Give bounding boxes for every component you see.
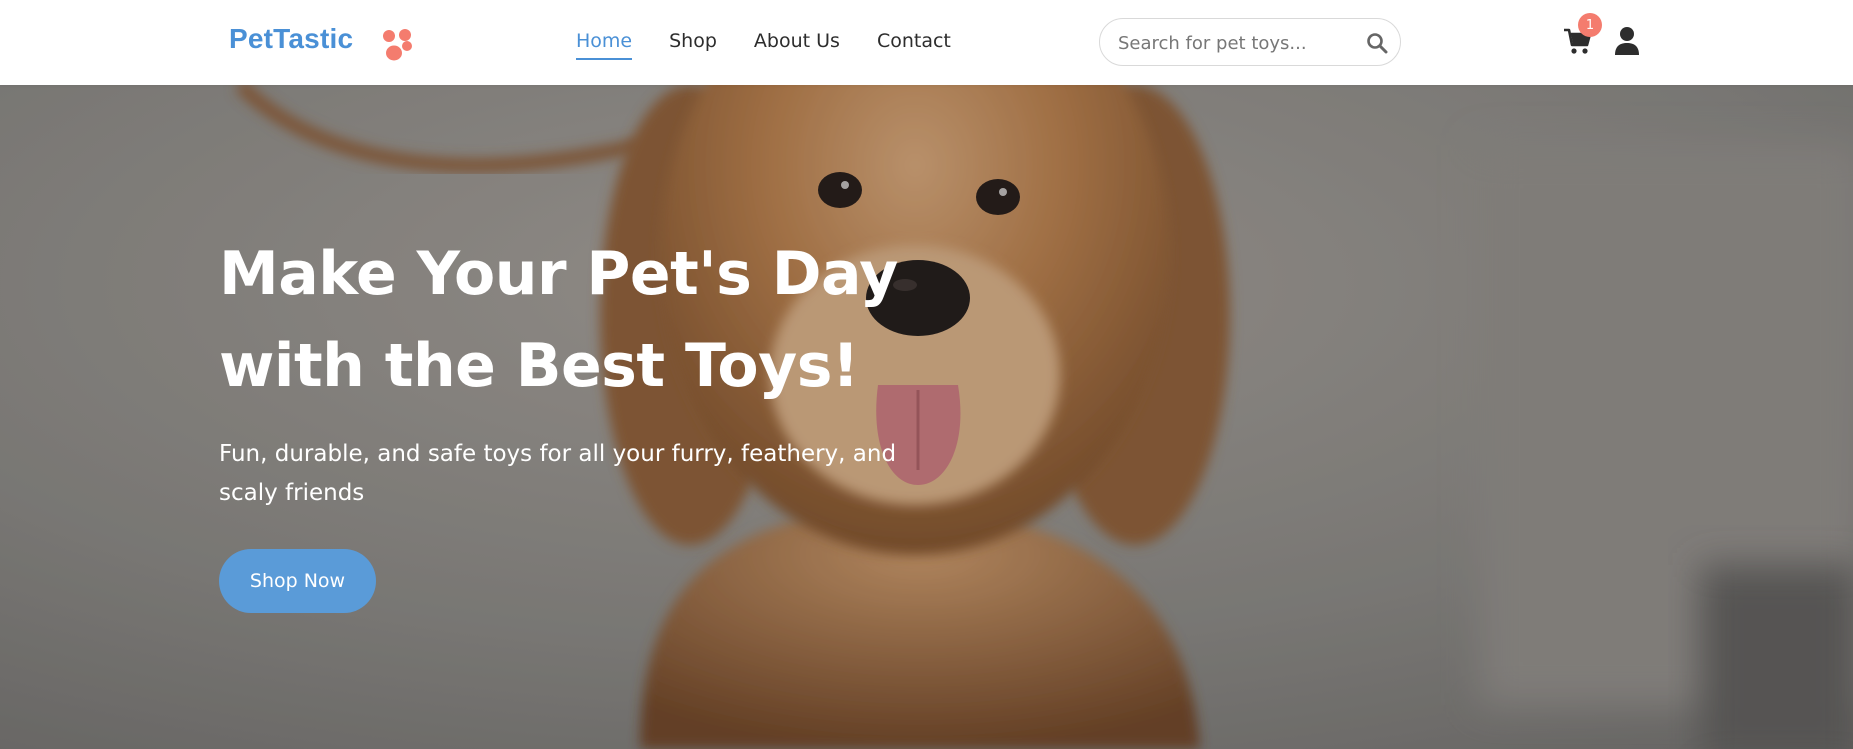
search-input[interactable] bbox=[1118, 29, 1358, 57]
main-nav: Home Shop About Us Contact bbox=[576, 30, 988, 60]
search-icon[interactable] bbox=[1366, 32, 1388, 54]
search-bar bbox=[1099, 18, 1401, 66]
site-header: PetTastic Home Shop About Us Contact 1 bbox=[0, 0, 1853, 85]
nav-home[interactable]: Home bbox=[576, 30, 633, 60]
hero-overlay bbox=[0, 85, 1853, 749]
shop-now-button[interactable]: Shop Now bbox=[219, 549, 376, 613]
nav-shop[interactable]: Shop bbox=[669, 30, 717, 60]
hero-title: Make Your Pet's Day with the Best Toys! bbox=[219, 228, 919, 412]
hero-title-line-1: Make Your Pet's Day bbox=[219, 239, 898, 309]
cart-count-badge: 1 bbox=[1578, 13, 1602, 37]
logo-text[interactable]: PetTastic bbox=[229, 23, 353, 55]
hero-title-line-2: with the Best Toys! bbox=[219, 331, 859, 401]
hero-section: Make Your Pet's Day with the Best Toys! … bbox=[0, 85, 1853, 749]
user-icon[interactable] bbox=[1614, 26, 1640, 56]
hero-subtitle: Fun, durable, and safe toys for all your… bbox=[219, 441, 897, 506]
paw-icon bbox=[383, 29, 412, 61]
nav-about-us[interactable]: About Us bbox=[754, 30, 840, 60]
nav-contact[interactable]: Contact bbox=[877, 30, 951, 60]
